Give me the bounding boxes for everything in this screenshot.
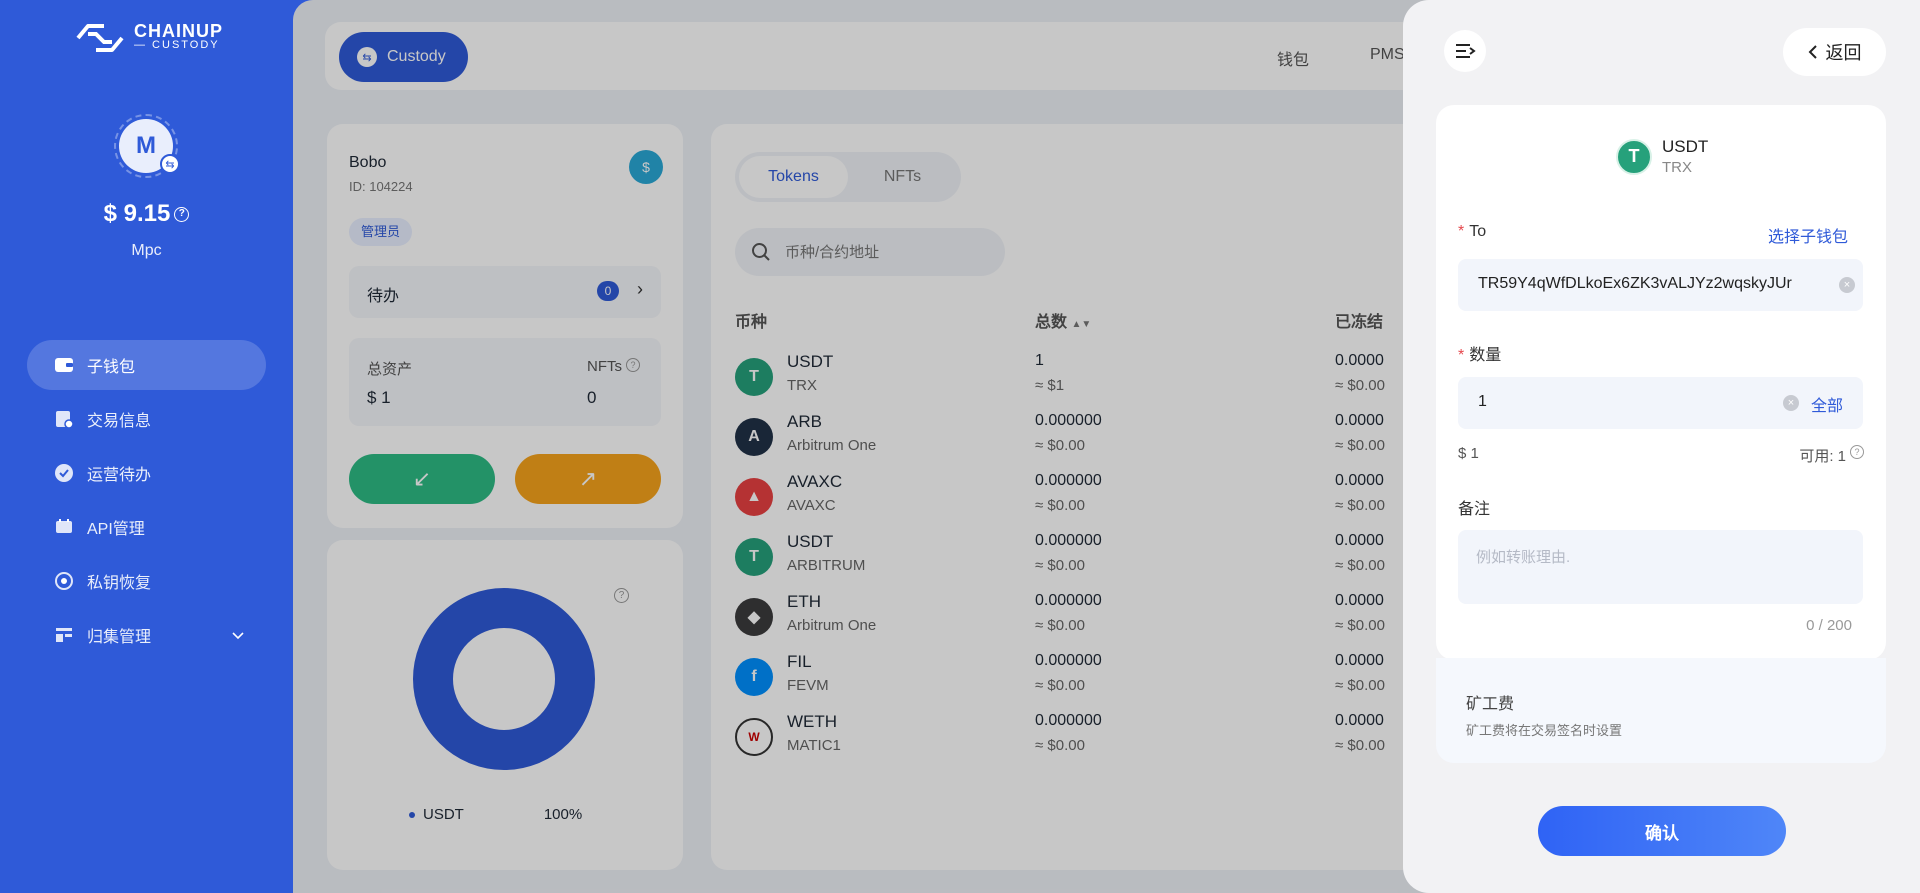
selected-token: T USDT TRX bbox=[1616, 137, 1708, 176]
key-recovery-icon bbox=[53, 570, 75, 592]
sidebar-item-label: API管理 bbox=[87, 521, 145, 538]
amount-field[interactable]: 1 × 全部 bbox=[1458, 377, 1863, 429]
miner-fee-title: 矿工费 bbox=[1466, 696, 1515, 713]
token-chain: TRX bbox=[1662, 159, 1692, 176]
sidebar-item-label: 私钥恢复 bbox=[87, 575, 152, 592]
total-balance: $ 9.15? bbox=[0, 200, 293, 228]
amount-value: 1 bbox=[1478, 393, 1487, 410]
transactions-icon bbox=[53, 408, 75, 430]
usdt-icon: T bbox=[1616, 138, 1652, 175]
memo-counter: 0 / 200 bbox=[1806, 617, 1852, 634]
available-text: 可用: 1 bbox=[1799, 448, 1846, 465]
wallet-type: Mpc bbox=[131, 242, 162, 259]
sidebar-item-key-recovery[interactable]: 私钥恢复 bbox=[27, 556, 266, 606]
sidebar-item-label: 子钱包 bbox=[87, 359, 136, 376]
switch-wallet-icon[interactable]: ⇆ bbox=[160, 154, 180, 174]
miner-fee-note: 矿工费将在交易签名时设置 bbox=[1466, 723, 1623, 738]
sidebar-item-label: 运营待办 bbox=[87, 467, 152, 484]
api-icon bbox=[53, 516, 75, 538]
chevron-down-icon[interactable] bbox=[232, 627, 244, 645]
wallet-icon bbox=[53, 354, 75, 376]
clear-icon[interactable]: × bbox=[1839, 277, 1855, 293]
required-marker: * bbox=[1458, 223, 1465, 240]
logo-text-sub: — CUSTODY bbox=[134, 39, 220, 51]
total-balance-value: $ 9.15 bbox=[103, 200, 171, 227]
sidebar: CHAINUP — CUSTODY M ⇆ $ 9.15? Mpc 子钱包 交易… bbox=[0, 0, 293, 893]
sidebar-item-transactions[interactable]: 交易信息 bbox=[27, 394, 266, 444]
to-address-field[interactable]: TR59Y4qWfDLkoEx6ZK3vALJYz2wqskyJUr × bbox=[1458, 259, 1863, 311]
clear-icon[interactable]: × bbox=[1783, 395, 1799, 411]
collection-icon bbox=[53, 624, 75, 646]
chainup-logo-icon bbox=[76, 24, 124, 52]
confirm-button[interactable]: 确认 bbox=[1538, 806, 1786, 856]
sidebar-item-subwallet[interactable]: 子钱包 bbox=[27, 340, 266, 390]
back-button[interactable]: 返回 bbox=[1783, 28, 1886, 76]
sidebar-item-collection[interactable]: 归集管理 bbox=[27, 610, 266, 660]
amount-label: * 数量 bbox=[1458, 341, 1501, 365]
sidebar-item-api[interactable]: API管理 bbox=[27, 502, 266, 552]
menu-button[interactable] bbox=[1444, 30, 1486, 72]
memo-label: 备注 bbox=[1458, 501, 1491, 518]
sidebar-item-label: 交易信息 bbox=[87, 413, 152, 430]
max-all-button[interactable]: 全部 bbox=[1811, 392, 1843, 416]
amount-usd: $ 1 bbox=[1458, 445, 1479, 462]
available-balance: 可用: 1? bbox=[1799, 445, 1864, 466]
check-circle-icon bbox=[53, 462, 75, 484]
chainup-logo[interactable]: CHAINUP — CUSTODY bbox=[74, 20, 223, 56]
transfer-form: T USDT TRX * To 选择子钱包 TR59Y4qWfDLkoEx6ZK3… bbox=[1436, 105, 1886, 660]
avatar[interactable]: M ⇆ bbox=[114, 114, 180, 178]
transfer-drawer: 返回 T USDT TRX * To 选择子钱包 TR59Y4qWfDLkoEx6… bbox=[1403, 0, 1920, 893]
to-address-value: TR59Y4qWfDLkoEx6ZK3vALJYz2wqskyJUr bbox=[1478, 275, 1792, 292]
memo-input[interactable] bbox=[1476, 546, 1846, 590]
token-symbol: USDT bbox=[1662, 137, 1709, 156]
to-label: * To bbox=[1458, 223, 1486, 241]
sidebar-item-operations[interactable]: 运营待办 bbox=[27, 448, 266, 498]
amount-label-text: 数量 bbox=[1469, 347, 1502, 364]
to-label-text: To bbox=[1469, 223, 1487, 240]
back-label: 返回 bbox=[1825, 43, 1862, 63]
logo-text-main: CHAINUP bbox=[134, 21, 224, 41]
help-icon[interactable]: ? bbox=[174, 207, 190, 223]
chevron-left-icon bbox=[1808, 45, 1817, 59]
sidebar-item-label: 归集管理 bbox=[87, 629, 152, 646]
memo-field[interactable] bbox=[1458, 530, 1863, 604]
help-icon[interactable]: ? bbox=[1850, 445, 1864, 459]
required-marker: * bbox=[1458, 347, 1465, 364]
choose-subwallet-link[interactable]: 选择子钱包 bbox=[1768, 223, 1848, 247]
miner-fee-section: 矿工费 矿工费将在交易签名时设置 bbox=[1436, 658, 1886, 763]
menu-collapse-icon bbox=[1456, 44, 1476, 58]
sidebar-nav: 子钱包 交易信息 运营待办 API管理 私钥恢复 归集管理 bbox=[27, 340, 266, 664]
